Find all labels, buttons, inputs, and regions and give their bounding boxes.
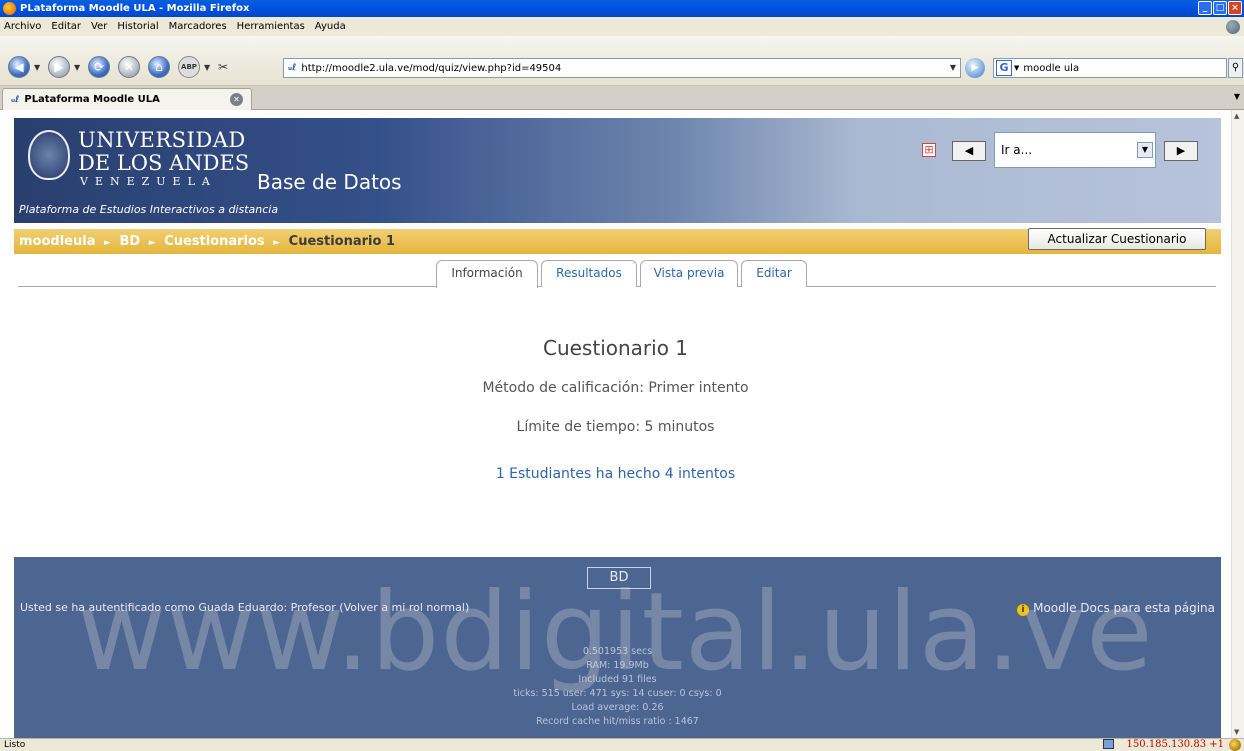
tab-label: PLataforma Moodle ULA [24,94,160,105]
window-titlebar: PLataforma Moodle ULA - Mozilla Firefox … [0,0,1244,17]
menu-historial[interactable]: Historial [117,21,158,32]
attempts-link[interactable]: 1 Estudiantes ha hecho 4 intentos [0,466,1231,482]
firebug-icon[interactable] [1229,739,1241,751]
perf-line: Included 91 files [578,674,657,685]
menu-bar: Archivo Editar Ver Historial Marcadores … [0,17,1244,36]
search-engine-dropdown-icon[interactable]: ▼ [1014,64,1019,72]
jump-to-value: Ir a... [1001,143,1033,157]
back-history-dropdown-icon[interactable]: ▼ [34,63,40,72]
course-header-banner: UNIVERSIDAD DE LOS ANDES VENEZUELA Base … [14,118,1221,223]
activity-throbber-icon [1226,20,1240,34]
breadcrumb-separator-icon: ► [273,238,281,248]
search-bar[interactable]: G ▼ [993,58,1227,78]
menu-editar[interactable]: Editar [51,21,81,32]
grading-method: Método de calificación: Primer intento [482,380,749,396]
site-tagline: Plataforma de Estudios Interactivos a di… [19,203,279,216]
moodle-docs-label: Moodle Docs para esta página [1033,601,1215,615]
university-seal-icon [28,130,70,180]
site-favicon-icon: ᵤℓ [288,63,297,73]
navigation-menu-icon[interactable]: ⊞ [922,143,936,157]
vertical-scrollbar[interactable]: ▲ ▼ [1231,110,1244,738]
performance-info: 0.501953 secs RAM: 19.9Mb Included 91 fi… [14,645,1221,729]
network-icon [1103,739,1114,749]
perf-line: ticks: 515 user: 471 sys: 14 cuser: 0 cs… [513,688,722,699]
extension-icon[interactable]: ✂ [218,60,228,74]
tab-resultados[interactable]: Resultados [541,260,637,287]
minimize-button[interactable]: _ [1198,1,1212,15]
update-quiz-button[interactable]: Actualizar Cuestionario [1028,228,1206,250]
menu-ver[interactable]: Ver [91,21,107,32]
home-icon[interactable]: ⌂ [148,56,170,78]
tab-list-dropdown-icon[interactable]: ▼ [1234,92,1240,101]
quiz-title: Cuestionario 1 [542,336,689,360]
next-activity-button[interactable]: ▶ [1164,141,1198,161]
breadcrumb-separator-icon: ► [104,238,111,248]
tab-informacion[interactable]: Información [436,260,538,288]
university-name-line1: UNIVERSIDAD [78,128,246,152]
university-country: VENEZUELA [80,175,217,188]
breadcrumb-current: Cuestionario 1 [288,234,396,249]
time-limit: Límite de tiempo: 5 minutos [516,419,715,435]
url-input[interactable] [301,62,922,74]
breadcrumb-link-cuestionarios[interactable]: Cuestionarios [164,234,265,249]
login-role-close: ) [464,601,470,614]
perf-line: 0.501953 secs [582,646,653,657]
browser-tab[interactable]: ᵤℓ PLataforma Moodle ULA ✕ [2,88,252,110]
breadcrumb: moodleula ► BD ► Cuestionarios ► Cuestio… [19,234,395,249]
forward-history-dropdown-icon[interactable]: ▼ [74,63,80,72]
perf-line: Record cache hit/miss ratio : 1467 [536,716,699,727]
tab-vista-previa[interactable]: Vista previa [640,260,738,287]
tab-favicon-icon: ᵤℓ [11,94,20,105]
course-title: Base de Datos [257,170,402,194]
login-role: : Profesor ( [283,601,344,614]
back-arrow-icon[interactable]: ◀ [8,56,30,78]
breadcrumb-link-bd[interactable]: BD [119,234,140,249]
search-magnifier-icon[interactable]: ⚲ [1228,58,1243,78]
perf-line: Load average: 0.26 [571,702,664,713]
status-bar: Listo 150.185.130.83 +1 [0,738,1244,751]
adblock-dropdown-icon[interactable]: ▼ [204,63,210,72]
forward-arrow-icon[interactable]: ▶ [48,56,70,78]
window-title: PLataforma Moodle ULA - Mozilla Firefox [20,3,250,14]
previous-activity-button[interactable]: ◀ [952,141,986,161]
return-role-link[interactable]: Volver a mi rol normal [344,601,465,614]
login-prefix: Usted se ha autentificado como [20,601,199,614]
breadcrumb-link-moodleula[interactable]: moodleula [19,234,95,249]
tab-editar[interactable]: Editar [741,260,807,287]
maximize-button[interactable]: □ [1213,1,1227,15]
status-text: Listo [4,740,26,750]
breadcrumb-separator-icon: ► [148,238,156,248]
reload-icon[interactable]: ⟳ [88,56,110,78]
jump-to-select[interactable]: Ir a... ▼ [994,132,1156,168]
go-arrow-icon[interactable]: ▶ [965,58,985,78]
url-history-dropdown-icon[interactable]: ▼ [946,60,960,76]
menu-marcadores[interactable]: Marcadores [169,21,227,32]
google-engine-icon[interactable]: G [996,60,1012,76]
chevron-down-icon[interactable]: ▼ [1137,142,1153,158]
menu-archivo[interactable]: Archivo [4,21,41,32]
perf-line: RAM: 19.9Mb [586,660,649,671]
page-viewport: UNIVERSIDAD DE LOS ANDES VENEZUELA Base … [0,110,1231,738]
info-icon: i [1017,604,1030,616]
moodle-docs-link[interactable]: i Moodle Docs para esta página [1017,601,1215,616]
scroll-down-icon[interactable]: ▼ [1234,728,1239,736]
stop-icon[interactable]: ✕ [118,56,140,78]
firefox-icon [3,2,16,15]
tab-close-icon[interactable]: ✕ [230,93,243,106]
window-controls: _ □ × [1198,1,1242,15]
user-profile-link[interactable]: Guada Eduardo [198,601,283,614]
search-input[interactable] [1023,62,1204,74]
login-info: Usted se ha autentificado como Guada Edu… [20,601,469,614]
adblock-button[interactable]: ABP [178,56,200,78]
address-bar[interactable]: ᵤℓ [283,58,961,78]
ip-address: 150.185.130.83 +1 [1126,739,1224,750]
university-name-line2: DE LOS ANDES [78,151,250,175]
page-footer: BD Usted se ha autentificado como Guada … [14,557,1221,738]
menu-herramientas[interactable]: Herramientas [237,21,305,32]
course-shortname-link[interactable]: BD [587,567,651,589]
menu-ayuda[interactable]: Ayuda [315,21,346,32]
scroll-up-icon[interactable]: ▲ [1234,112,1239,120]
close-window-button[interactable]: × [1228,1,1242,15]
